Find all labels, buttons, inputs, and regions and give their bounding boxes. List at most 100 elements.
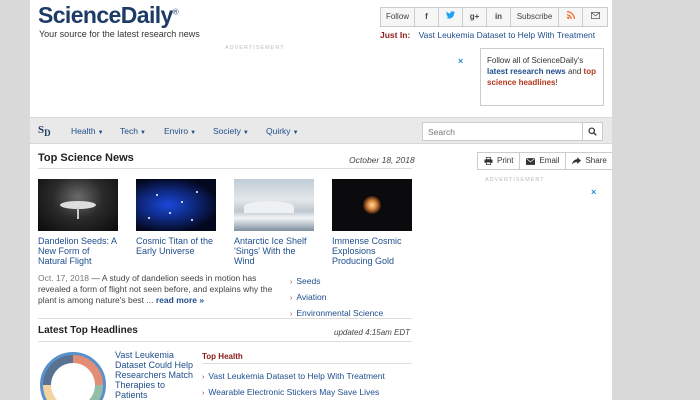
follow-text-1: Follow all of ScienceDaily's: [487, 56, 584, 65]
story-image-dandelion[interactable]: [38, 179, 118, 231]
divider: [38, 318, 412, 319]
chevron-right-icon: ›: [290, 295, 293, 302]
chevron-right-icon: ›: [202, 390, 205, 397]
share-label: Share: [585, 156, 607, 165]
headline-item[interactable]: › Vast Leukemia Dataset to Help With Trea…: [202, 369, 385, 385]
search-icon: [588, 127, 597, 136]
follow-box: Follow all of ScienceDaily's latest rese…: [480, 48, 604, 106]
story-headline[interactable]: Cosmic Titan of the Early Universe: [136, 236, 216, 256]
caret-down-icon: ▼: [139, 130, 146, 136]
print-icon: [484, 157, 493, 165]
nav-item-label: Quirky: [266, 126, 291, 136]
story-card: Antarctic Ice Shelf 'Sings' With the Win…: [234, 179, 314, 266]
tag-label: Seeds: [296, 276, 321, 286]
story-tags: › Seeds › Aviation › Environmental Science: [290, 274, 383, 322]
follow-label: Follow: [381, 8, 415, 26]
share-tools: Print Email Share: [477, 152, 612, 170]
ad-close-icon[interactable]: ×: [591, 187, 596, 197]
search-input[interactable]: [423, 123, 582, 140]
tag-label: Aviation: [296, 292, 327, 302]
chevron-right-icon: ›: [290, 311, 293, 318]
ad-close-icon[interactable]: ×: [458, 56, 463, 66]
story-card: Cosmic Titan of the Early Universe: [136, 179, 216, 256]
divider: [202, 363, 412, 364]
nav-item-label: Tech: [120, 126, 138, 136]
tag-environmental-science[interactable]: › Environmental Science: [290, 306, 383, 322]
leukemia-chart-image[interactable]: [40, 352, 106, 400]
share-icon: [572, 157, 582, 165]
headlines-title: Latest Top Headlines: [38, 325, 138, 336]
subscribe-button[interactable]: Subscribe: [511, 8, 559, 26]
just-in-label: Just In:: [380, 30, 411, 40]
googleplus-icon[interactable]: g+: [463, 8, 487, 26]
story-image-cosmic-explosion[interactable]: [332, 179, 412, 231]
ad-label-top: ADVERTISEMENT: [225, 45, 285, 51]
caret-down-icon: ▼: [190, 130, 197, 136]
chevron-right-icon: ›: [290, 279, 293, 286]
headline-label: Vast Leukemia Dataset to Help With Treat…: [208, 371, 385, 381]
summary-dash: —: [91, 273, 100, 283]
story-summary: Oct. 17, 2018 — A study of dandelion see…: [38, 273, 276, 306]
linkedin-icon[interactable]: in: [487, 8, 511, 26]
email-label: Email: [539, 156, 560, 165]
just-in: Just In: Vast Leukemia Dataset to Help W…: [380, 30, 595, 40]
print-label: Print: [497, 156, 514, 165]
divider: [38, 168, 412, 169]
story-card: Dandelion Seeds: A New Form of Natural F…: [38, 179, 118, 266]
social-bar: Follow f g+ in Subscribe: [380, 7, 608, 27]
tag-label: Environmental Science: [296, 308, 384, 318]
nav-item-tech[interactable]: Tech ▼: [120, 126, 146, 136]
rss-icon[interactable]: [559, 8, 583, 26]
story-headline[interactable]: Dandelion Seeds: A New Form of Natural F…: [38, 236, 118, 266]
caret-down-icon: ▼: [242, 130, 249, 136]
envelope-icon: [526, 157, 536, 165]
email-icon[interactable]: [583, 8, 607, 26]
caret-down-icon: ▼: [292, 130, 299, 136]
news-date: October 18, 2018: [349, 155, 415, 165]
caret-down-icon: ▼: [97, 130, 104, 136]
nav-item-label: Society: [213, 126, 241, 136]
nav-item-label: Enviro: [164, 126, 189, 136]
twitter-icon[interactable]: [439, 8, 463, 26]
latest-research-link[interactable]: latest research news: [487, 67, 566, 76]
story-headline[interactable]: Immense Cosmic Explosions Producing Gold: [332, 236, 412, 266]
follow-text-3: !: [555, 78, 558, 87]
tag-aviation[interactable]: › Aviation: [290, 290, 383, 306]
story-image-ice-shelf[interactable]: [234, 179, 314, 231]
divider: [38, 341, 412, 342]
chevron-right-icon: ›: [202, 374, 205, 381]
top-health-label: Top Health: [202, 352, 243, 361]
tag-seeds[interactable]: › Seeds: [290, 274, 383, 290]
facebook-icon[interactable]: f: [415, 8, 439, 26]
headline-item[interactable]: › Wearable Electronic Stickers May Save L…: [202, 385, 385, 400]
nav-item-society[interactable]: Society ▼: [213, 126, 249, 136]
nav-item-label: Health: [71, 126, 96, 136]
lead-headline[interactable]: Vast Leukemia Dataset Could Help Researc…: [115, 350, 195, 400]
top-news-title: Top Science News: [38, 152, 134, 164]
page: ScienceDaily® Your source for the latest…: [30, 0, 612, 400]
search-button[interactable]: [582, 123, 602, 140]
print-button[interactable]: Print: [478, 153, 521, 169]
nav-item-health[interactable]: Health ▼: [71, 126, 104, 136]
search-box: [422, 122, 603, 141]
story-image-cosmic-titan[interactable]: [136, 179, 216, 231]
summary-date: Oct. 17, 2018: [38, 273, 90, 283]
story-headline[interactable]: Antarctic Ice Shelf 'Sings' With the Win…: [234, 236, 314, 266]
just-in-link[interactable]: Vast Leukemia Dataset to Help With Treat…: [419, 30, 596, 40]
follow-text-2: and: [567, 67, 582, 76]
logo-text: ScienceDaily: [38, 2, 173, 28]
main-navbar: SD Health ▼ Tech ▼ Enviro ▼ Society ▼ Quirky…: [30, 117, 612, 144]
site-logo[interactable]: ScienceDaily®: [38, 2, 179, 29]
ad-label-side: ADVERTISEMENT: [485, 177, 545, 183]
share-button[interactable]: Share: [566, 153, 612, 169]
nav-item-quirky[interactable]: Quirky ▼: [266, 126, 299, 136]
nav-item-enviro[interactable]: Enviro ▼: [164, 126, 196, 136]
updated-time: updated 4:15am EDT: [334, 328, 411, 337]
site-tagline: Your source for the latest research news: [39, 29, 200, 39]
read-more-link[interactable]: read more »: [156, 295, 204, 305]
email-button[interactable]: Email: [520, 153, 567, 169]
sidebar-advertisement: [422, 178, 604, 400]
nav-logo[interactable]: SD: [38, 124, 51, 138]
registered-mark: ®: [172, 7, 179, 17]
story-card: Immense Cosmic Explosions Producing Gold: [332, 179, 412, 266]
